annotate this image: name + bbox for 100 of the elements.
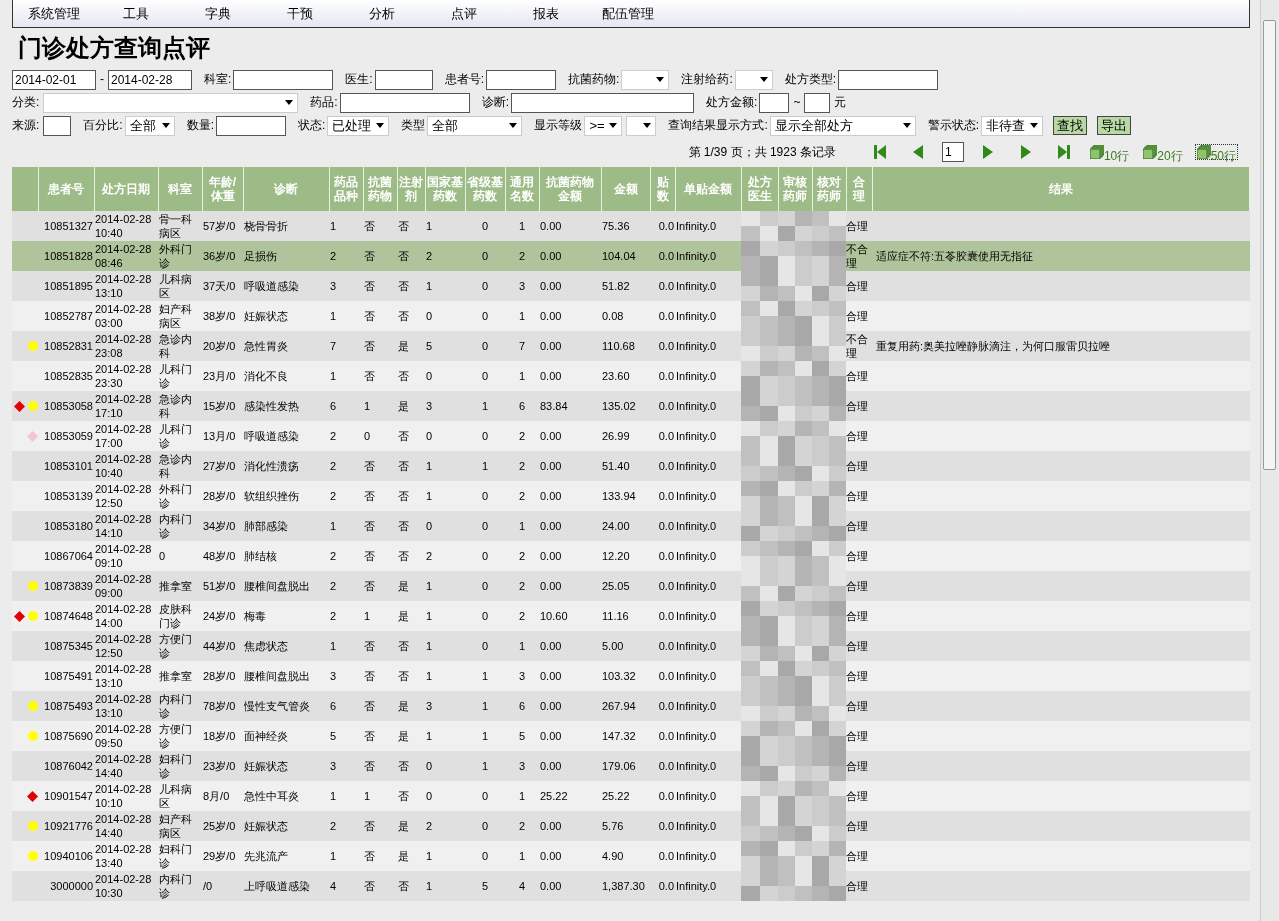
menu-item[interactable]: 系统管理 [13, 5, 95, 22]
input-field[interactable] [838, 69, 939, 90]
dropdown[interactable] [734, 69, 773, 90]
table-cell: 10853180 [38, 511, 94, 541]
table-cell: 感染性发热 [243, 391, 329, 421]
input-field[interactable] [216, 115, 287, 136]
table-cell: 合理 [846, 721, 872, 751]
redacted-cell [812, 781, 846, 811]
table-cell: 是 [397, 811, 425, 841]
table-cell: 2014-02-28 09:50 [94, 721, 158, 751]
input-field[interactable] [233, 69, 334, 90]
input-field[interactable] [486, 69, 557, 90]
menu-item[interactable]: 报表 [505, 5, 587, 22]
table-cell: 2014-02-28 14:40 [94, 751, 158, 781]
table-cell: 10921776 [38, 811, 94, 841]
table-cell: 桡骨骨折 [243, 211, 329, 241]
table-cell: 是 [397, 391, 425, 421]
menu-item[interactable]: 分析 [341, 5, 423, 22]
table-cell: 急诊内科 [158, 391, 202, 421]
dropdown[interactable] [626, 115, 657, 136]
table-cell: 38岁/0 [202, 301, 243, 331]
table-cell: 2014-02-28 10:40 [94, 451, 158, 481]
table-cell: 上呼吸道感染 [243, 871, 329, 901]
table-cell: 10901547 [38, 781, 94, 811]
field-label: 抗菌药物: [568, 72, 620, 87]
table-cell: 2014-02-28 23:08 [94, 331, 158, 361]
redacted-cell [812, 661, 846, 691]
input-field[interactable] [804, 92, 831, 113]
redacted-cell [778, 781, 812, 811]
redacted-cell [741, 781, 778, 811]
table-cell: 0.0 [650, 871, 675, 901]
input-field[interactable]: 2014-02-28 [108, 69, 192, 90]
dropdown[interactable]: >= [584, 115, 623, 136]
table-cell: 10851828 [38, 241, 94, 271]
table-cell: 0.00 [539, 421, 601, 451]
table-cell: 合理 [846, 781, 872, 811]
table-cell: 妊娠状态 [243, 301, 329, 331]
vertical-scrollbar[interactable] [1260, 0, 1278, 921]
table-cell: 6 [329, 391, 363, 421]
table-cell: 合理 [846, 841, 872, 871]
table-cell: Infinity.0 [675, 511, 741, 541]
previous-page-button[interactable] [911, 144, 924, 160]
redacted-cell [812, 691, 846, 721]
input-field[interactable]: 2014-02-01 [12, 69, 96, 90]
dropdown[interactable]: 已处理 [327, 115, 390, 136]
menu-item[interactable]: 干预 [259, 5, 341, 22]
redacted-cell [812, 481, 846, 511]
next-page-button[interactable] [1019, 144, 1032, 160]
table-cell: 25岁/0 [202, 811, 243, 841]
table-cell: 0.00 [539, 661, 601, 691]
redacted-cell [741, 271, 778, 301]
table-cell: 否 [363, 481, 397, 511]
redacted-cell [812, 751, 846, 781]
table-cell: 0 [465, 601, 505, 631]
table-cell: 135.02 [601, 391, 650, 421]
redacted-cell [778, 451, 812, 481]
table-cell: 否 [363, 511, 397, 541]
menu-item[interactable]: 工具 [95, 5, 177, 22]
table-cell: 23月/0 [202, 361, 243, 391]
table-cell: 3000000 [38, 871, 94, 901]
action-button[interactable]: 导出 [1097, 115, 1132, 136]
dropdown[interactable]: 全部 [427, 115, 523, 136]
dropdown[interactable]: 非待查 [981, 115, 1044, 136]
last-page-button[interactable] [1057, 144, 1070, 160]
menu-item[interactable]: 字典 [177, 5, 259, 22]
first-page-button[interactable] [873, 144, 886, 160]
input-field[interactable] [759, 92, 790, 113]
rows-per-page-button[interactable]: 10行 [1087, 144, 1132, 160]
menu-item[interactable]: 点评 [423, 5, 505, 22]
input-field[interactable] [374, 69, 433, 90]
table-cell: 48岁/0 [202, 541, 243, 571]
table-cell: 妇科门诊 [158, 751, 202, 781]
table-cell: 0.0 [650, 751, 675, 781]
dropdown[interactable]: 显示全部处方 [769, 115, 916, 136]
dropdown[interactable]: 全部 [124, 115, 175, 136]
table-cell: 10852831 [38, 331, 94, 361]
redacted-cell [778, 721, 812, 751]
input-field[interactable] [339, 92, 470, 113]
input-field[interactable] [511, 92, 695, 113]
menu-item[interactable]: 配伍管理 [587, 5, 669, 22]
table-cell: 否 [397, 421, 425, 451]
rows-per-page-button[interactable]: 20行 [1141, 144, 1185, 160]
table-cell: 0.00 [539, 211, 601, 241]
table-cell: 36岁/0 [202, 241, 243, 271]
action-button[interactable]: 查找 [1053, 115, 1088, 136]
table-cell: 2014-02-28 14:10 [94, 511, 158, 541]
table-cell: 267.94 [601, 691, 650, 721]
redacted-cell [812, 841, 846, 871]
table-cell: 2014-02-28 13:10 [94, 691, 158, 721]
table-cell: 2014-02-28 10:40 [94, 211, 158, 241]
table-cell: 0.00 [539, 451, 601, 481]
input-field[interactable] [43, 115, 72, 136]
table-cell: 10853059 [38, 421, 94, 451]
table-cell: 适应症不符:五苓胶囊使用无指征 [872, 241, 1250, 271]
next-page-button[interactable] [981, 144, 994, 160]
page-number-field[interactable]: 1 [941, 142, 964, 162]
rows-per-page-button[interactable]: 50行 [1194, 144, 1238, 160]
scrollbar-thumb[interactable] [1263, 20, 1276, 470]
table-cell: 否 [363, 631, 397, 661]
table-cell: 合理 [846, 871, 872, 901]
